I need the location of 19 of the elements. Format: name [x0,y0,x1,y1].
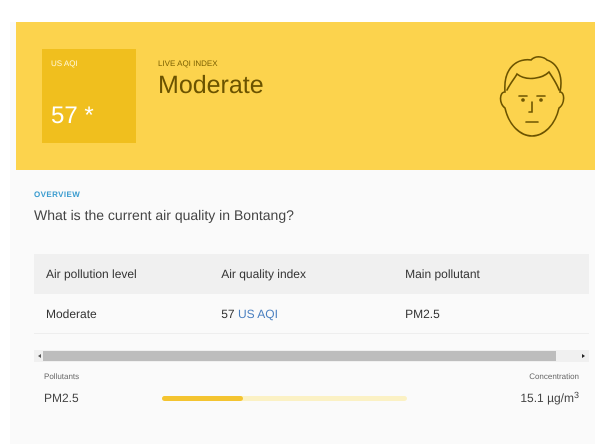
aqi-value: 57 * [51,101,95,131]
live-index-label: LIVE AQI INDEX [158,58,219,70]
overview-label: OVERVIEW [34,189,82,201]
table-cell-text: 57 US AQI [221,306,279,322]
pollutants-label: Pollutants [44,371,80,383]
horizontal-scrollbar[interactable] [34,350,589,362]
concentration-value: 15.1 µg/m$^{3}$ [520,389,579,407]
badge-label: US AQI [51,58,79,70]
scroll-right-icon[interactable] [582,354,585,358]
table-cell-text: Moderate [45,306,98,322]
concentration-label: Concentration [529,371,579,383]
table-cell-text: PM2.5 [405,306,441,322]
column-header: Main pollutant [405,266,481,283]
column-header: Air pollution level [45,266,138,283]
scroll-left-icon[interactable] [38,354,41,358]
column-header: Air quality index [221,266,307,283]
aqi-status: Moderate [158,70,264,101]
overview-question: What is the current air quality in Bontang? [34,206,295,225]
pollutant-name: PM2.5 [44,390,80,407]
